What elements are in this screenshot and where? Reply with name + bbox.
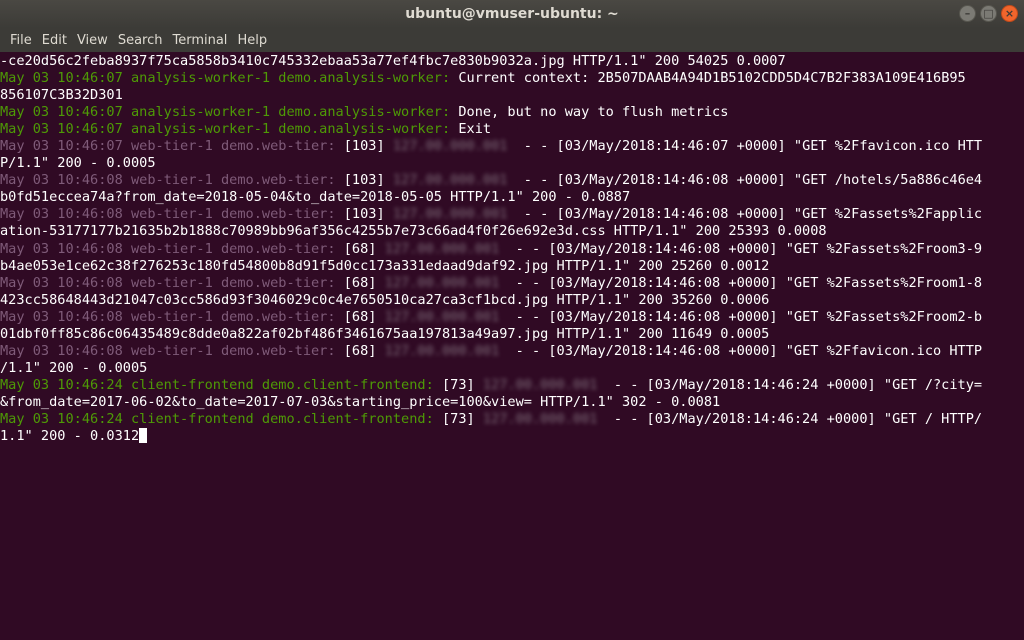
log-text: 1.1" 200 - 0.0312 [0,428,140,445]
redacted-ip: 127.00.000.001 [384,342,500,359]
log-pid: [103] [335,206,393,223]
menu-view[interactable]: View [72,33,113,48]
maximize-button[interactable]: □ [980,5,997,22]
terminal-line: /1.1" 200 - 0.0005 [0,360,1024,377]
window-controls: – □ × [959,5,1018,22]
terminal-line: May 03 10:46:08 web-tier-1 demo.web-tier… [0,172,1024,189]
log-pid: [68] [335,240,385,257]
log-prefix: May 03 10:46:07 analysis-worker-1 demo.a… [0,70,451,87]
log-prefix: May 03 10:46:07 analysis-worker-1 demo.a… [0,104,451,121]
menu-terminal[interactable]: Terminal [167,33,232,48]
window-title: ubuntu@vmuser-ubuntu: ~ [405,6,619,22]
terminal-line: b4ae053e1ce62c38f276253c180fd54800b8d91f… [0,258,1024,275]
log-message: Current context: 2B507DAAB4A94D1B5102CDD… [450,70,966,87]
redacted-ip: 127.00.000.001 [392,206,508,223]
minimize-button[interactable]: – [959,5,976,22]
log-message: - - [03/May/2018:14:46:24 +0000] "GET /?… [597,376,983,393]
log-pid: [73] [433,410,483,427]
log-prefix: May 03 10:46:08 web-tier-1 demo.web-tier… [0,240,336,257]
terminal-line: May 03 10:46:24 client-frontend demo.cli… [0,377,1024,394]
log-text: 423cc58648443d21047c03cc586d93f3046029c0… [0,291,770,308]
title-bar[interactable]: ubuntu@vmuser-ubuntu: ~ – □ × [0,0,1024,28]
menu-help[interactable]: Help [232,33,272,48]
terminal-line: May 03 10:46:08 web-tier-1 demo.web-tier… [0,206,1024,223]
log-pid: [73] [433,376,483,393]
terminal-line: ation-53177177b21635b2b1888c70989bb96af3… [0,223,1024,240]
log-text: &from_date=2017-06-02&to_date=2017-07-03… [0,393,721,410]
log-text: b4ae053e1ce62c38f276253c180fd54800b8d91f… [0,257,770,274]
terminal-line: May 03 10:46:08 web-tier-1 demo.web-tier… [0,241,1024,258]
log-prefix: May 03 10:46:08 web-tier-1 demo.web-tier… [0,308,336,325]
menu-file[interactable]: File [5,33,37,48]
redacted-ip: 127.00.000.001 [392,172,508,189]
redacted-ip: 127.00.000.001 [482,410,598,427]
menu-edit[interactable]: Edit [37,33,72,48]
terminal-output[interactable]: -ce20d56c2feba8937f75ca5858b3410c745332e… [0,52,1024,640]
terminal-window: ubuntu@vmuser-ubuntu: ~ – □ × File Edit … [0,0,1024,640]
log-text: 856107C3B32D301 [0,87,123,104]
terminal-line: May 03 10:46:24 client-frontend demo.cli… [0,411,1024,428]
log-message: Exit [450,121,492,138]
log-prefix: May 03 10:46:08 web-tier-1 demo.web-tier… [0,342,336,359]
log-message: - - [03/May/2018:14:46:08 +0000] "GET %2… [499,274,983,291]
terminal-line: 01dbf0ff85c86c06435489c8dde0a822af02bf48… [0,326,1024,343]
terminal-line: May 03 10:46:07 analysis-worker-1 demo.a… [0,104,1024,121]
log-prefix: May 03 10:46:24 client-frontend demo.cli… [0,410,434,427]
menu-search[interactable]: Search [113,33,168,48]
log-message: - - [03/May/2018:14:46:07 +0000] "GET %2… [507,138,983,155]
log-pid: [103] [335,138,393,155]
terminal-line: P/1.1" 200 - 0.0005 [0,155,1024,172]
log-pid: [103] [335,172,393,189]
log-message: Done, but no way to flush metrics [450,104,729,121]
redacted-ip: 127.00.000.001 [384,240,500,257]
terminal-line: May 03 10:46:08 web-tier-1 demo.web-tier… [0,343,1024,360]
terminal-line: -ce20d56c2feba8937f75ca5858b3410c745332e… [0,53,1024,70]
log-text: 01dbf0ff85c86c06435489c8dde0a822af02bf48… [0,325,770,342]
log-prefix: May 03 10:46:07 web-tier-1 demo.web-tier… [0,138,336,155]
terminal-line: 856107C3B32D301 [0,87,1024,104]
terminal-line: 423cc58648443d21047c03cc586d93f3046029c0… [0,292,1024,309]
log-prefix: May 03 10:46:07 analysis-worker-1 demo.a… [0,121,451,138]
log-prefix: May 03 10:46:08 web-tier-1 demo.web-tier… [0,172,336,189]
log-text: /1.1" 200 - 0.0005 [0,359,148,376]
log-pid: [68] [335,308,385,325]
redacted-ip: 127.00.000.001 [392,138,508,155]
log-message: - - [03/May/2018:14:46:24 +0000] "GET / … [597,410,983,427]
log-message: - - [03/May/2018:14:46:08 +0000] "GET %2… [507,206,983,223]
log-message: - - [03/May/2018:14:46:08 +0000] "GET /h… [507,172,983,189]
menu-bar: File Edit View Search Terminal Help [0,28,1024,52]
log-text: P/1.1" 200 - 0.0005 [0,155,156,172]
text-cursor [139,428,148,444]
terminal-line: &from_date=2017-06-02&to_date=2017-07-03… [0,394,1024,411]
log-prefix: May 03 10:46:08 web-tier-1 demo.web-tier… [0,274,336,291]
log-pid: [68] [335,342,385,359]
log-prefix: May 03 10:46:08 web-tier-1 demo.web-tier… [0,206,336,223]
log-text: b0fd51eccea74a?from_date=2018-05-04&to_d… [0,189,631,206]
terminal-line: 1.1" 200 - 0.0312 [0,428,1024,445]
redacted-ip: 127.00.000.001 [384,274,500,291]
terminal-line: b0fd51eccea74a?from_date=2018-05-04&to_d… [0,189,1024,206]
log-message: - - [03/May/2018:14:46:08 +0000] "GET %2… [499,342,983,359]
terminal-line: May 03 10:46:07 analysis-worker-1 demo.a… [0,70,1024,87]
log-text: -ce20d56c2feba8937f75ca5858b3410c745332e… [0,53,786,69]
log-text: ation-53177177b21635b2b1888c70989bb96af3… [0,223,827,240]
terminal-line: May 03 10:46:08 web-tier-1 demo.web-tier… [0,309,1024,326]
log-pid: [68] [335,274,385,291]
terminal-line: May 03 10:46:07 web-tier-1 demo.web-tier… [0,138,1024,155]
terminal-line: May 03 10:46:08 web-tier-1 demo.web-tier… [0,275,1024,292]
log-prefix: May 03 10:46:24 client-frontend demo.cli… [0,376,434,393]
redacted-ip: 127.00.000.001 [384,308,500,325]
log-message: - - [03/May/2018:14:46:08 +0000] "GET %2… [499,308,983,325]
redacted-ip: 127.00.000.001 [482,376,598,393]
terminal-line: May 03 10:46:07 analysis-worker-1 demo.a… [0,121,1024,138]
close-button[interactable]: × [1001,5,1018,22]
log-message: - - [03/May/2018:14:46:08 +0000] "GET %2… [499,240,983,257]
